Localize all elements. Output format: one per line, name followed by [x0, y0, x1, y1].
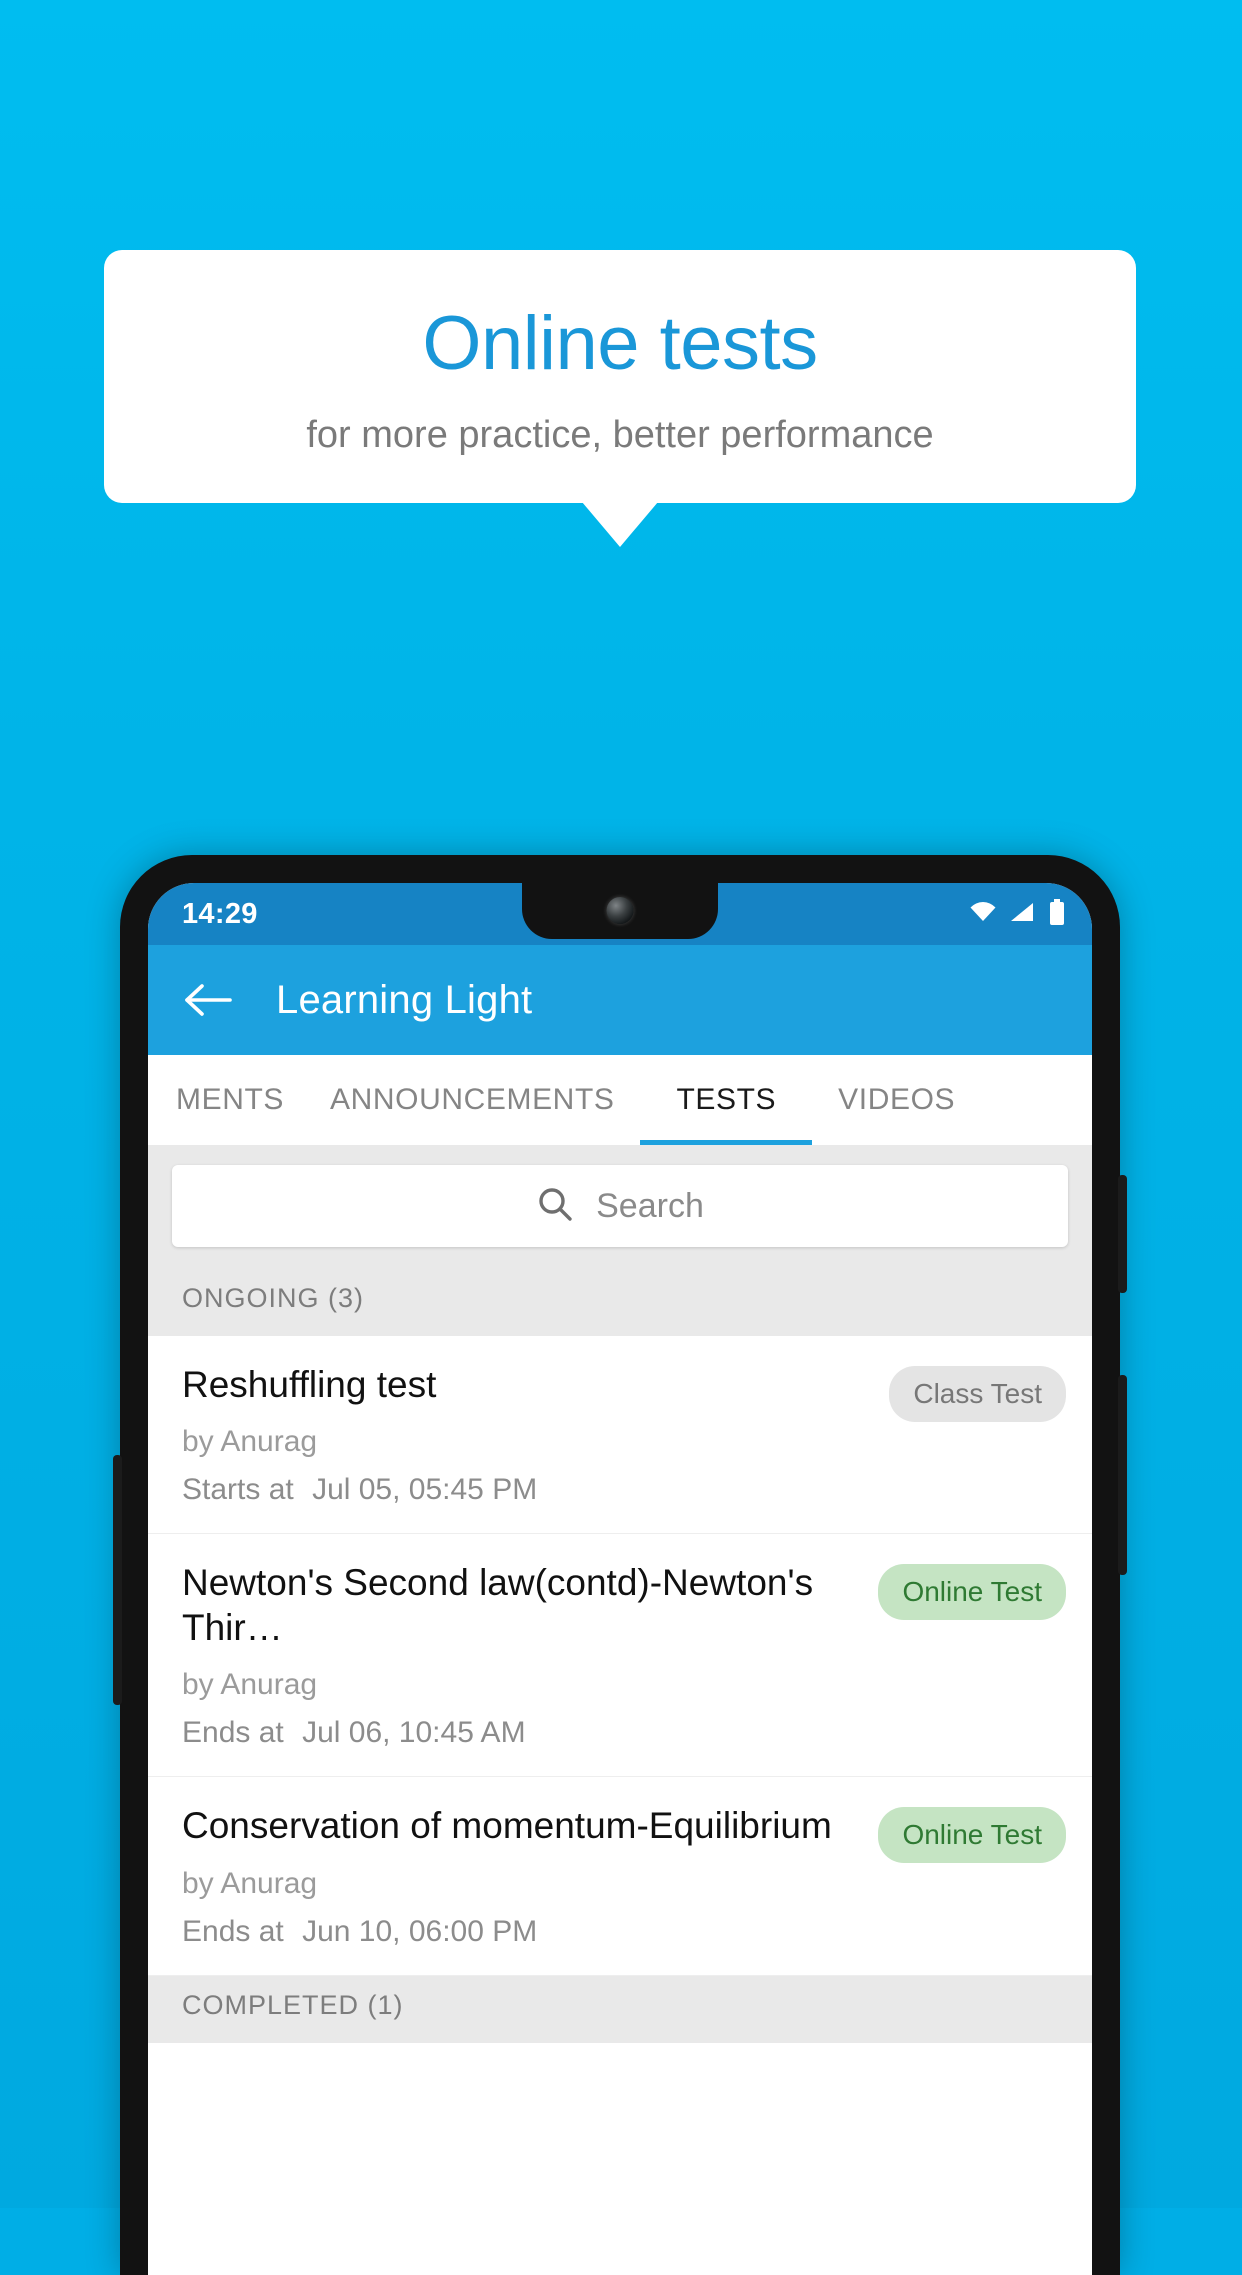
back-arrow-icon[interactable] — [180, 971, 238, 1029]
test-schedule-label: Ends at — [182, 1914, 284, 1948]
test-title: Reshuffling test — [182, 1364, 437, 1405]
section-header-ongoing: ONGOING (3) — [148, 1269, 1092, 1336]
test-schedule: Ends at Jun 10, 06:00 PM — [182, 1915, 862, 1949]
tab-announcements[interactable]: ANNOUNCEMENTS — [304, 1055, 640, 1145]
signal-icon — [1009, 900, 1037, 929]
test-title: Newton's Second law(contd)-Newton's Thir… — [182, 1562, 814, 1649]
tab-bar: MENTS ANNOUNCEMENTS TESTS VIDEOS — [148, 1055, 1092, 1145]
list-item-content: Conservation of momentum-Equilibrium by … — [182, 1803, 878, 1948]
test-schedule: Ends at Jul 06, 10:45 AM — [182, 1716, 862, 1750]
tab-tests[interactable]: TESTS — [640, 1055, 812, 1145]
phone-device-frame: 14:29 Learning Light MENTS ANNOUNCEMENTS… — [113, 855, 1127, 2275]
promo-subtitle: for more practice, better performance — [306, 413, 934, 456]
test-schedule-value: Jul 06, 10:45 AM — [302, 1716, 526, 1750]
status-bar-icons — [968, 898, 1066, 930]
test-schedule-label: Starts at — [182, 1473, 294, 1507]
callout-tail — [582, 502, 658, 548]
test-schedule-value: Jun 10, 06:00 PM — [302, 1914, 538, 1948]
tab-assignments[interactable]: MENTS — [148, 1055, 304, 1145]
list-item-content: Newton's Second law(contd)-Newton's Thir… — [182, 1560, 878, 1750]
front-camera-icon — [606, 897, 634, 924]
test-schedule-value: Jul 05, 05:45 PM — [312, 1473, 538, 1507]
test-schedule-label: Ends at — [182, 1716, 284, 1750]
phone-volume-button — [1118, 1375, 1127, 1575]
search-placeholder: Search — [596, 1186, 704, 1225]
test-schedule: Starts at Jul 05, 05:45 PM — [182, 1473, 873, 1507]
app-bar: Learning Light — [148, 945, 1092, 1055]
wifi-icon — [968, 900, 998, 929]
status-bar: 14:29 — [148, 883, 1092, 945]
list-item[interactable]: Reshuffling test by Anurag Starts at Jul… — [148, 1336, 1092, 1535]
test-author: by Anurag — [182, 1668, 318, 1702]
status-bar-clock: 14:29 — [182, 897, 258, 930]
battery-icon — [1048, 898, 1066, 930]
list-item[interactable]: Newton's Second law(contd)-Newton's Thir… — [148, 1534, 1092, 1778]
tab-label: TESTS — [676, 1083, 777, 1116]
tab-label: MENTS — [176, 1083, 284, 1116]
promo-title: Online tests — [422, 301, 818, 386]
list-item[interactable]: Conservation of momentum-Equilibrium by … — [148, 1777, 1092, 1976]
status-badge: Online Test — [878, 1807, 1066, 1864]
phone-side-button-left — [113, 1455, 122, 1705]
status-badge: Online Test — [878, 1564, 1066, 1621]
tab-label: VIDEOS — [838, 1083, 956, 1116]
phone-power-button — [1118, 1175, 1127, 1293]
page-title: Learning Light — [276, 977, 533, 1022]
list-item-content: Reshuffling test by Anurag Starts at Jul… — [182, 1362, 889, 1507]
test-title: Conservation of momentum-Equilibrium — [182, 1805, 832, 1847]
search-input[interactable]: Search — [172, 1165, 1068, 1247]
status-badge: Class Test — [889, 1366, 1066, 1422]
section-header-completed: COMPLETED (1) — [148, 1975, 1092, 2043]
promo-callout-card: Online tests for more practice, better p… — [104, 250, 1136, 548]
tab-label: ANNOUNCEMENTS — [330, 1083, 615, 1116]
search-icon — [536, 1185, 574, 1228]
search-container: Search — [148, 1145, 1092, 1269]
phone-screen: 14:29 Learning Light MENTS ANNOUNCEMENTS… — [148, 883, 1092, 2275]
tab-videos[interactable]: VIDEOS — [812, 1055, 981, 1145]
test-author: by Anurag — [182, 1425, 318, 1459]
test-author: by Anurag — [182, 1866, 318, 1900]
tests-list: Reshuffling test by Anurag Starts at Jul… — [148, 1336, 1092, 1976]
